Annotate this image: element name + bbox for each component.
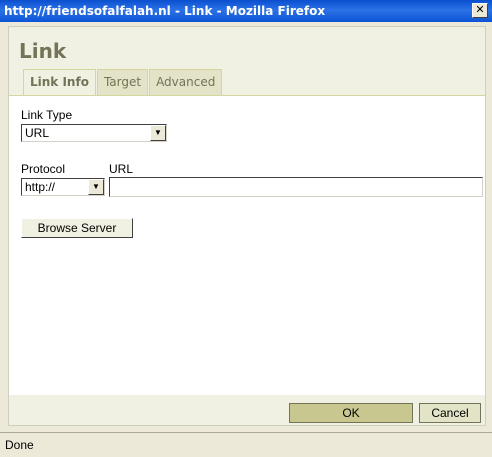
tab-link-info[interactable]: Link Info (23, 69, 96, 96)
link-info-panel: Link Type URL ▼ Protocol http:// ▼ URL B… (9, 95, 485, 395)
cancel-button[interactable]: Cancel (419, 403, 481, 423)
url-input[interactable] (109, 177, 483, 197)
dialog-title: Link (19, 39, 67, 63)
dialog-tabs: Link Info Target Advanced (23, 69, 223, 96)
ok-button[interactable]: OK (289, 403, 413, 423)
protocol-label: Protocol (21, 162, 66, 176)
tab-advanced[interactable]: Advanced (149, 69, 223, 95)
close-icon: ✕ (475, 3, 485, 16)
link-type-select[interactable]: URL ▼ (21, 124, 167, 142)
protocol-select[interactable]: http:// ▼ (21, 178, 105, 196)
link-dialog: Link Link Info Target Advanced Link Type… (8, 26, 486, 426)
status-text: Done (5, 438, 34, 452)
window-close-button[interactable]: ✕ (472, 3, 488, 18)
browse-server-button[interactable]: Browse Server (21, 218, 133, 238)
url-label: URL (109, 162, 134, 176)
link-type-label: Link Type (21, 108, 73, 122)
link-type-value: URL (25, 126, 50, 140)
tab-target[interactable]: Target (96, 69, 149, 95)
protocol-value: http:// (25, 180, 56, 194)
chevron-down-icon[interactable]: ▼ (88, 179, 104, 195)
chevron-down-icon[interactable]: ▼ (150, 125, 166, 141)
window-title: http://friendsofalfalah.nl - Link - Mozi… (4, 4, 326, 18)
status-bar: Done (0, 432, 492, 457)
window-titlebar: http://friendsofalfalah.nl - Link - Mozi… (0, 0, 492, 22)
